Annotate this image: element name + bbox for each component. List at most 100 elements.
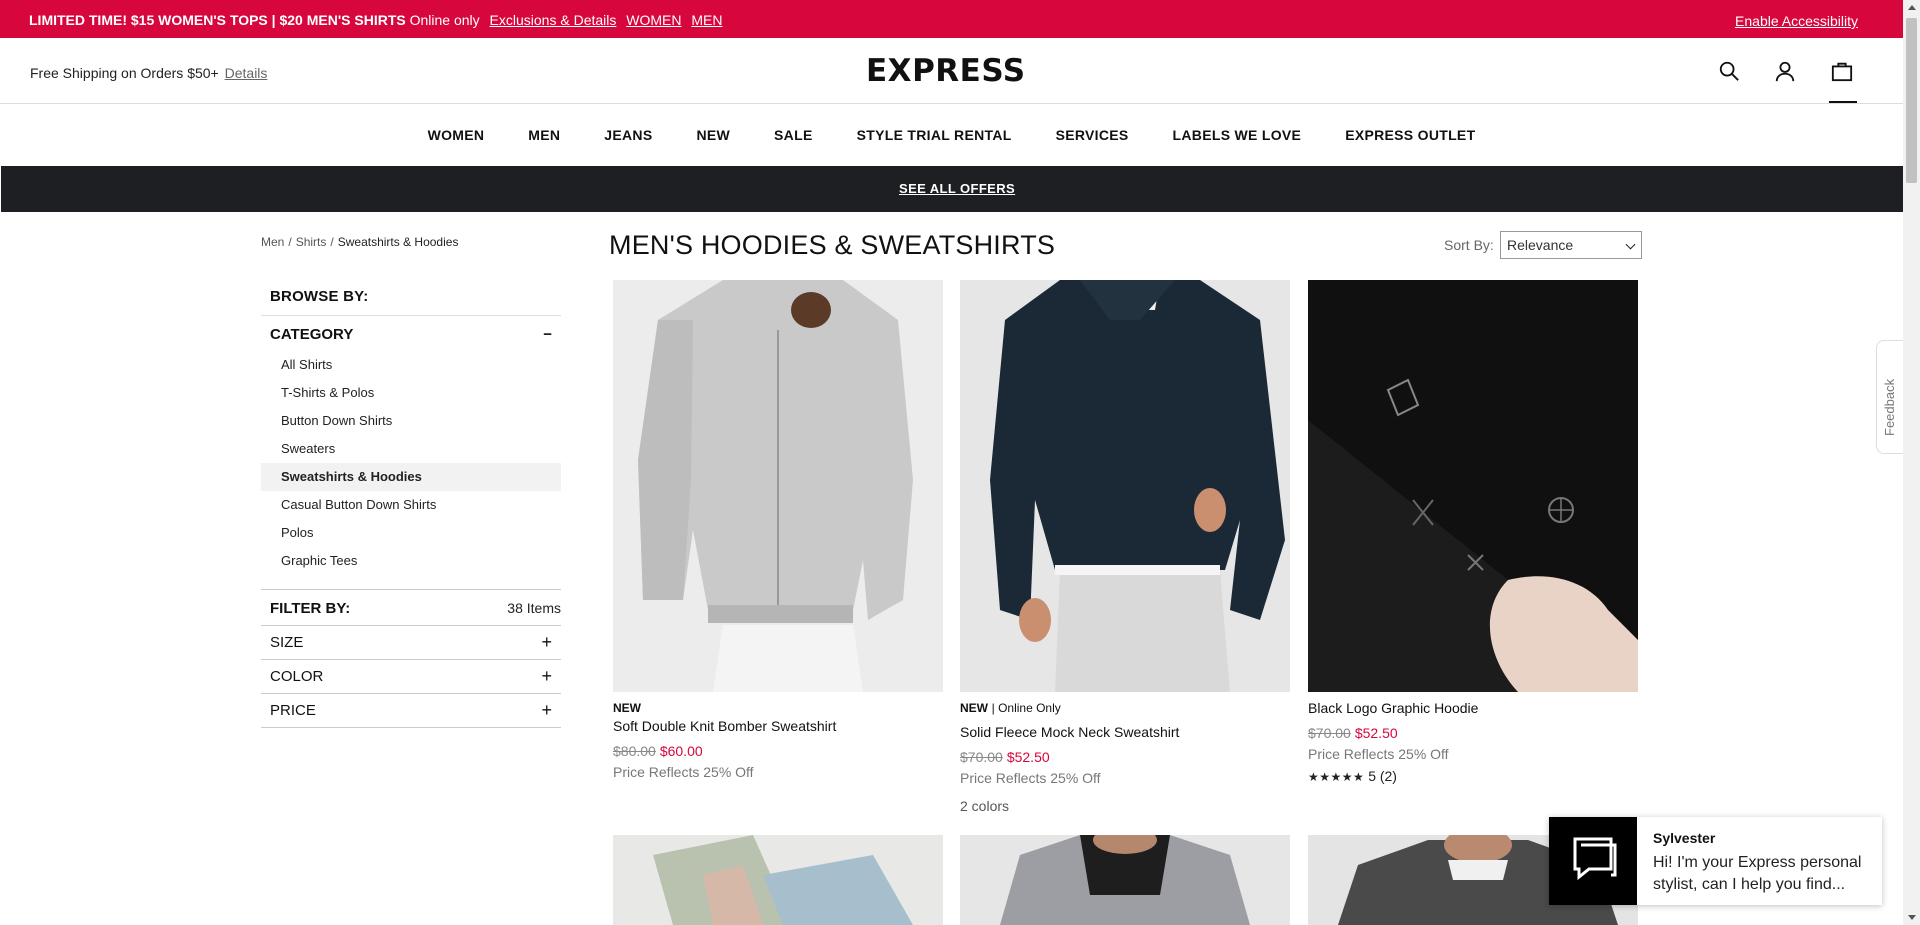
chat-message: Hi! I'm your Express personal stylist, c… bbox=[1653, 854, 1862, 893]
category-item[interactable]: Casual Button Down Shirts bbox=[261, 491, 561, 519]
see-all-offers-link[interactable]: SEE ALL OFFERS bbox=[899, 181, 1015, 196]
sort-select[interactable]: Relevance bbox=[1500, 231, 1642, 259]
promo-online-only: Online only bbox=[409, 12, 480, 28]
color-count[interactable]: 2 colors bbox=[960, 798, 1290, 814]
page-title: MEN'S HOODIES & SWEATSHIRTS bbox=[609, 230, 1056, 260]
category-item[interactable]: Button Down Shirts bbox=[261, 407, 561, 435]
promo-exclusions-link[interactable]: Exclusions & Details bbox=[490, 12, 617, 28]
category-item[interactable]: T-Shirts & Polos bbox=[261, 379, 561, 407]
collapse-icon: − bbox=[543, 326, 552, 343]
nav-women[interactable]: WOMEN bbox=[428, 104, 485, 166]
site-header: Free Shipping on Orders $50+ Details EXP… bbox=[0, 38, 1903, 104]
scrollbar-thumb[interactable] bbox=[1906, 18, 1917, 183]
category-item[interactable]: All Shirts bbox=[261, 351, 561, 379]
expand-icon: + bbox=[541, 666, 552, 686]
category-item[interactable]: Graphic Tees bbox=[261, 547, 561, 575]
new-badge: NEW bbox=[960, 701, 988, 715]
express-logo[interactable]: EXPRESS bbox=[866, 53, 1026, 89]
category-list: All Shirts T-Shirts & Polos Button Down … bbox=[261, 351, 561, 575]
sort-label: Sort By: bbox=[1444, 237, 1494, 253]
original-price: $70.00 bbox=[1308, 725, 1351, 741]
product-image[interactable] bbox=[613, 835, 943, 925]
rating-text: 5 (2) bbox=[1368, 768, 1397, 784]
product-name[interactable]: Black Logo Graphic Hoodie bbox=[1308, 700, 1638, 716]
breadcrumb: Men / Shirts / Sweatshirts & Hoodies bbox=[261, 235, 459, 249]
product-name[interactable]: Soft Double Knit Bomber Sweatshirt bbox=[613, 718, 943, 734]
main-nav: WOMEN MEN JEANS NEW SALE STYLE TRIAL REN… bbox=[0, 104, 1903, 166]
facet-label: COLOR bbox=[270, 668, 324, 685]
bag-underline bbox=[1829, 101, 1857, 103]
nav-style-trial-rental[interactable]: STYLE TRIAL RENTAL bbox=[857, 104, 1012, 166]
chat-widget[interactable]: Sylvester Hi! I'm your Express personal … bbox=[1549, 817, 1882, 905]
search-icon[interactable] bbox=[1718, 60, 1740, 87]
original-price: $80.00 bbox=[613, 743, 656, 759]
product-image[interactable] bbox=[960, 280, 1290, 692]
product-price: $70.00 $52.50 bbox=[1308, 725, 1638, 741]
shipping-message: Free Shipping on Orders $50+ Details bbox=[30, 65, 267, 81]
product-rating[interactable]: ★★★★★ 5 (2) bbox=[1308, 768, 1638, 784]
promo-women-link[interactable]: WOMEN bbox=[626, 12, 681, 28]
category-item[interactable]: Sweaters bbox=[261, 435, 561, 463]
chat-agent-name: Sylvester bbox=[1653, 830, 1716, 846]
filter-by-title: FILTER BY: bbox=[270, 600, 351, 617]
category-title: CATEGORY bbox=[270, 326, 354, 343]
enable-accessibility-link[interactable]: Enable Accessibility bbox=[1735, 13, 1858, 29]
facet-label: PRICE bbox=[270, 702, 316, 719]
new-badge: NEW bbox=[613, 701, 641, 715]
scroll-down-icon[interactable] bbox=[1908, 915, 1916, 920]
promo-men-link[interactable]: MEN bbox=[691, 12, 722, 28]
page-scrollbar[interactable] bbox=[1903, 0, 1920, 925]
facet-price[interactable]: PRICE + bbox=[261, 694, 561, 728]
product-name[interactable]: Solid Fleece Mock Neck Sweatshirt bbox=[960, 724, 1290, 740]
nav-new[interactable]: NEW bbox=[696, 104, 730, 166]
bag-icon[interactable] bbox=[1831, 60, 1853, 87]
price-reflects: Price Reflects 25% Off bbox=[613, 764, 754, 780]
nav-jeans[interactable]: JEANS bbox=[604, 104, 652, 166]
item-count: 38 Items bbox=[507, 600, 561, 616]
nav-express-outlet[interactable]: EXPRESS OUTLET bbox=[1345, 104, 1475, 166]
category-item[interactable]: Polos bbox=[261, 519, 561, 547]
promo-bar: LIMITED TIME! $15 WOMEN'S TOPS | $20 MEN… bbox=[0, 0, 1903, 38]
facet-label: SIZE bbox=[270, 634, 304, 651]
breadcrumb-shirts[interactable]: Shirts bbox=[296, 235, 327, 249]
category-item-active[interactable]: Sweatshirts & Hoodies bbox=[261, 463, 561, 491]
facet-color[interactable]: COLOR + bbox=[261, 660, 561, 694]
expand-icon: + bbox=[541, 700, 552, 720]
facet-size[interactable]: SIZE + bbox=[261, 626, 561, 660]
sale-price: $52.50 bbox=[1354, 725, 1398, 741]
shipping-details-link[interactable]: Details bbox=[225, 65, 268, 81]
product-meta: NEW bbox=[613, 700, 943, 715]
promo-headline: LIMITED TIME! $15 WOMEN'S TOPS | $20 MEN… bbox=[29, 12, 406, 28]
product-image[interactable] bbox=[1308, 280, 1638, 692]
nav-men[interactable]: MEN bbox=[528, 104, 560, 166]
nav-labels-we-love[interactable]: LABELS WE LOVE bbox=[1173, 104, 1302, 166]
breadcrumb-men[interactable]: Men bbox=[261, 235, 284, 249]
product-card[interactable]: NEW | Online Only Solid Fleece Mock Neck… bbox=[960, 280, 1290, 814]
account-icon[interactable] bbox=[1774, 60, 1796, 87]
category-toggle[interactable]: CATEGORY − bbox=[261, 316, 561, 351]
nav-services[interactable]: SERVICES bbox=[1056, 104, 1129, 166]
feedback-tab[interactable]: Feedback bbox=[1876, 340, 1903, 454]
sidebar: BROWSE BY: CATEGORY − All Shirts T-Shirt… bbox=[261, 278, 561, 728]
browse-by-heading: BROWSE BY: bbox=[261, 278, 561, 316]
original-price: $70.00 bbox=[960, 749, 1003, 765]
chat-icon bbox=[1549, 817, 1637, 905]
chevron-down-icon bbox=[1625, 239, 1636, 250]
product-card[interactable]: Black Logo Graphic Hoodie $70.00 $52.50 P… bbox=[1308, 280, 1638, 784]
product-meta: NEW | Online Only bbox=[960, 700, 1290, 715]
product-price: $80.00 $60.00 bbox=[613, 743, 943, 759]
product-image[interactable] bbox=[960, 835, 1290, 925]
nav-sale[interactable]: SALE bbox=[774, 104, 813, 166]
product-image[interactable] bbox=[613, 280, 943, 692]
filter-by-header: FILTER BY: 38 Items bbox=[261, 589, 561, 626]
sale-price: $52.50 bbox=[1006, 749, 1050, 765]
offers-bar: SEE ALL OFFERS bbox=[1, 166, 1903, 212]
product-card[interactable]: NEW Soft Double Knit Bomber Sweatshirt $… bbox=[613, 280, 943, 780]
feedback-label: Feedback bbox=[1882, 378, 1897, 436]
expand-icon: + bbox=[541, 632, 552, 652]
price-reflects: Price Reflects 25% Off bbox=[960, 770, 1101, 786]
sort-value: Relevance bbox=[1507, 237, 1574, 253]
scroll-up-icon[interactable] bbox=[1908, 5, 1916, 10]
product-price: $70.00 $52.50 bbox=[960, 749, 1290, 765]
online-only-badge: | Online Only bbox=[991, 701, 1061, 715]
